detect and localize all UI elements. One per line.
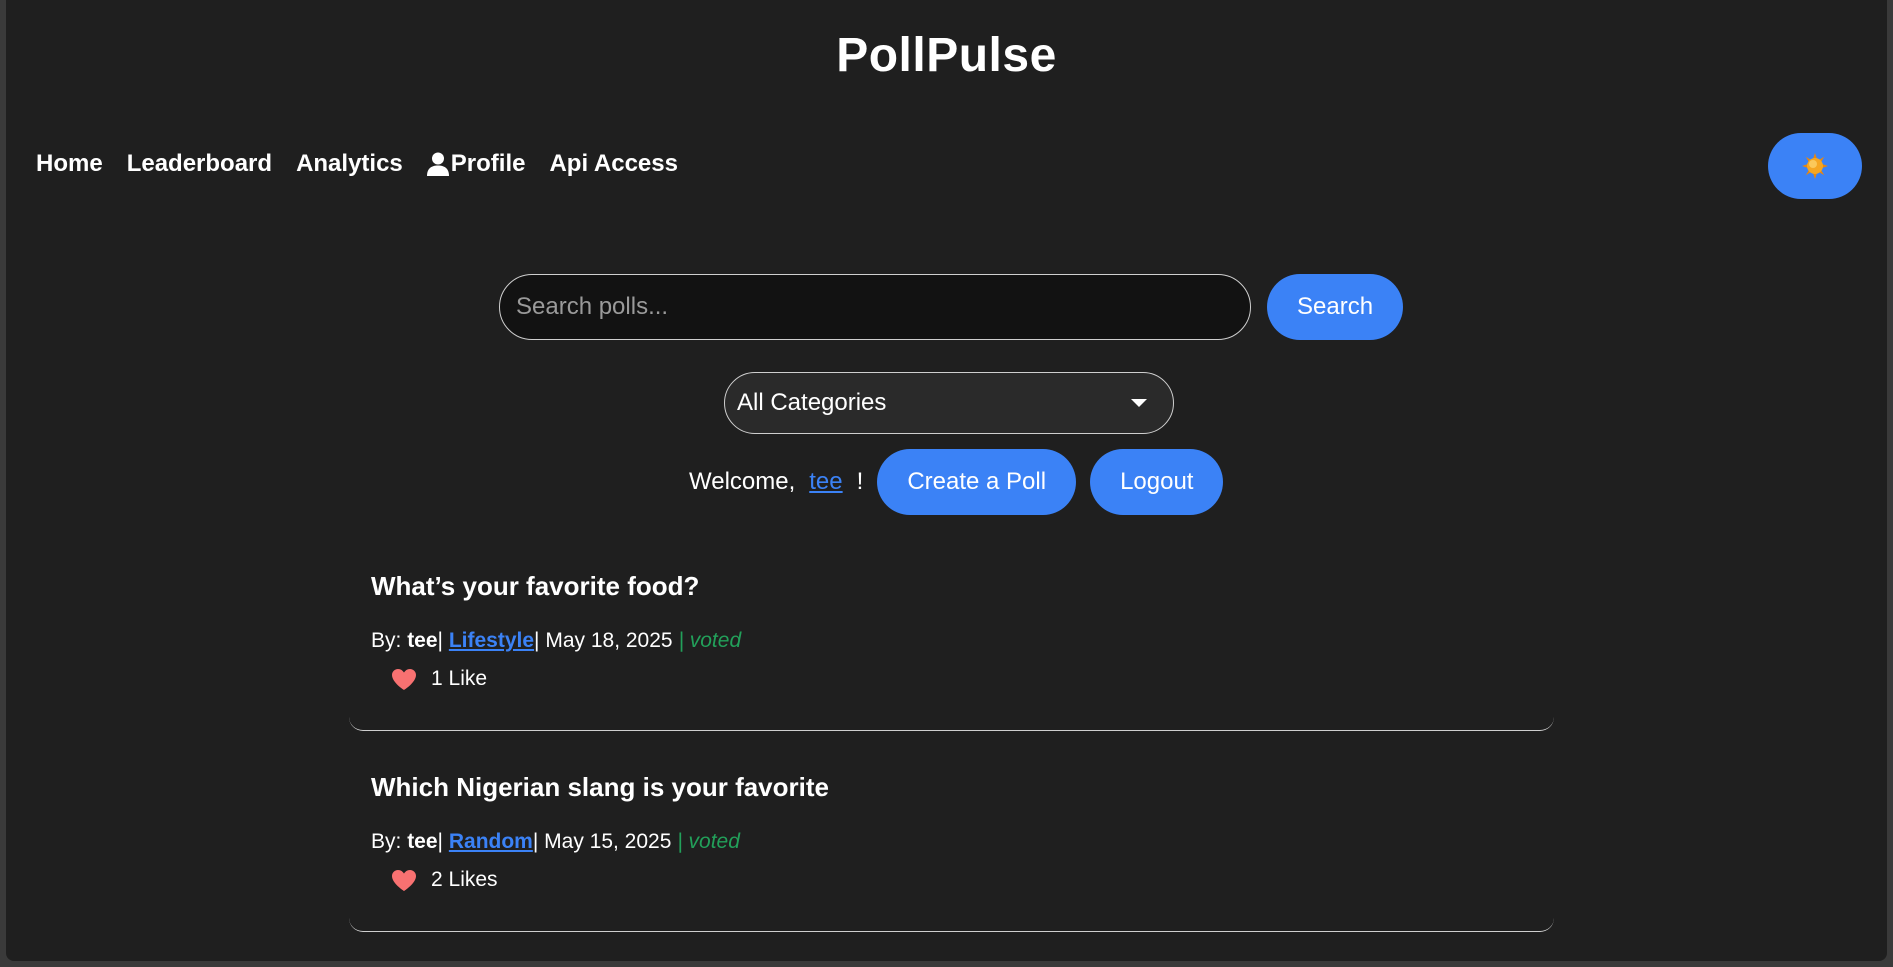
poll-category-link[interactable]: Random (449, 830, 533, 853)
caret-down-icon (1131, 399, 1147, 407)
app-title: PollPulse (836, 29, 1057, 82)
poll-by-label: By: (371, 830, 402, 853)
category-select[interactable]: All Categories (724, 372, 1174, 434)
poll-card: What’s your favorite food? By: tee| Life… (349, 571, 1554, 731)
search-button[interactable]: Search (1267, 274, 1404, 340)
poll-by-label: By: (371, 629, 402, 652)
poll-card: Which Nigerian slang is your favorite By… (349, 772, 1554, 932)
sun-icon (1802, 153, 1828, 179)
user-icon (426, 152, 449, 176)
main-nav: Home Leaderboard Analytics Profile Api A… (36, 150, 678, 178)
theme-toggle-button[interactable] (1768, 133, 1862, 199)
create-poll-button[interactable]: Create a Poll (877, 449, 1077, 515)
nav-analytics[interactable]: Analytics (296, 150, 403, 178)
welcome-text: Welcome, (689, 468, 796, 495)
heart-icon[interactable] (391, 869, 417, 892)
poll-meta: By: tee| Random| May 15, 2025 | voted (371, 830, 740, 853)
poll-status-text: voted (688, 830, 740, 853)
poll-likes: 2 Likes (391, 868, 498, 892)
poll-date: May 18, 2025 (545, 629, 673, 652)
nav-leaderboard[interactable]: Leaderboard (127, 150, 272, 178)
poll-date: May 15, 2025 (544, 830, 672, 853)
poll-meta: By: tee| Lifestyle| May 18, 2025 | voted (371, 629, 742, 652)
poll-status: | voted (678, 629, 742, 652)
poll-like-count: 2 Likes (431, 868, 498, 891)
welcome-row: Welcome, tee ! Create a Poll Logout (689, 449, 1224, 515)
poll-status-text: voted (689, 629, 742, 652)
nav-home[interactable]: Home (36, 150, 103, 178)
category-select-value: All Categories (737, 389, 887, 416)
poll-author: tee (407, 629, 438, 652)
logout-button[interactable]: Logout (1090, 449, 1224, 515)
poll-likes: 1 Like (391, 667, 487, 691)
poll-status: | voted (677, 830, 740, 853)
search-input[interactable] (499, 274, 1251, 340)
poll-title[interactable]: Which Nigerian slang is your favorite (371, 772, 829, 803)
poll-like-count: 1 Like (431, 667, 488, 690)
nav-profile-label: Profile (450, 150, 526, 177)
poll-category-link[interactable]: Lifestyle (449, 629, 534, 652)
poll-author: tee (407, 830, 438, 853)
app-window: PollPulse Home Leaderboard Analytics Pro… (6, 0, 1887, 961)
nav-api-access[interactable]: Api Access (549, 150, 678, 178)
welcome-exclamation: ! (856, 468, 864, 495)
heart-icon[interactable] (391, 668, 417, 691)
poll-title[interactable]: What’s your favorite food? (371, 571, 699, 602)
username-link[interactable]: tee (809, 468, 842, 496)
search-bar: Search (499, 274, 1404, 340)
nav-profile[interactable]: Profile (426, 150, 526, 178)
